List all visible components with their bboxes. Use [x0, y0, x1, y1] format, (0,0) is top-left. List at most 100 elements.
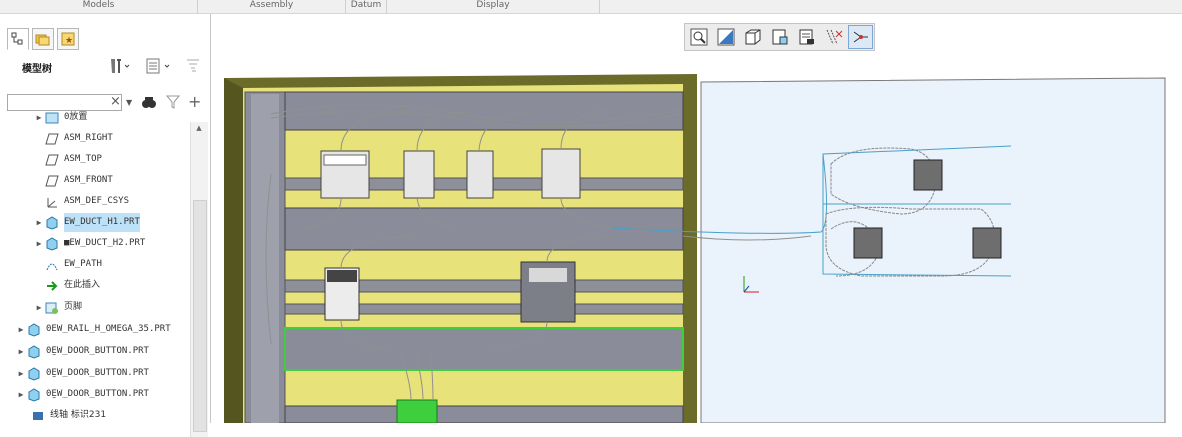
- duct-bottom-highlighted: [284, 327, 684, 371]
- door-panel: [700, 77, 1166, 424]
- expand-arrow-icon[interactable]: ▶: [16, 342, 26, 361]
- tree-item-label: ASM_FRONT: [64, 175, 113, 185]
- spool-icon: [30, 409, 46, 423]
- expand-arrow-icon[interactable]: ▶: [16, 320, 26, 339]
- scrollbar-thumb[interactable]: [193, 200, 207, 432]
- perspective-button[interactable]: [794, 25, 819, 49]
- csys-icon: [44, 195, 60, 209]
- tree-item-door-button-1[interactable]: ▶ 0̰EW_DOOR_BUTTON.PRT: [16, 342, 149, 361]
- tree-scrollbar[interactable]: ▲: [190, 122, 208, 437]
- tree-item-door-button-3[interactable]: ▶ 0̰EW_DOOR_BUTTON.PRT: [16, 385, 149, 404]
- perspective-icon: [799, 29, 814, 45]
- door-button-3: [972, 227, 1002, 259]
- path-icon: [44, 258, 60, 272]
- insert-here-icon: [44, 279, 60, 293]
- display-style-icon: [717, 28, 734, 46]
- folder-browser-icon: [35, 34, 50, 46]
- tree-filter-options-button[interactable]: [184, 56, 202, 76]
- door-button-2: [853, 227, 883, 259]
- spin-center-icon: [853, 31, 868, 43]
- zoom-fit-icon: [690, 28, 707, 46]
- datum-plane-icon: [44, 174, 60, 188]
- terminal-block: [396, 399, 438, 424]
- tree-item-asm-top[interactable]: ASM_TOP: [44, 150, 102, 169]
- zoom-fit-button[interactable]: [686, 25, 711, 49]
- svg-text:★: ★: [65, 36, 73, 46]
- saved-orientation-button[interactable]: [740, 25, 765, 49]
- tree-item-label: ASM_DEF_CSYS: [64, 196, 130, 206]
- tree-item-asm-def-csys[interactable]: ASM_DEF_CSYS: [44, 192, 129, 211]
- tree-item-ew-duct-h1[interactable]: ▶ EW_DUCT_H1.PRT: [34, 213, 140, 232]
- ribbon-group-bar: Models Assembly Datum Display: [0, 0, 1182, 14]
- footer-icon: [44, 301, 60, 315]
- tree-item-label: ■EW_DUCT_H2.PRT: [64, 238, 146, 248]
- ribbon-group-models: Models: [0, 0, 198, 13]
- tree-item-label: 线轴 标识231: [50, 410, 107, 420]
- tree-item-spool[interactable]: 线轴 标识231: [30, 406, 106, 425]
- part-icon: [26, 387, 42, 402]
- tree-item-placement[interactable]: ▶ 0放置: [34, 108, 87, 127]
- tree-settings-button[interactable]: [108, 56, 130, 76]
- tree-item-label: 0̰EW_DOOR_BUTTON.PRT: [46, 346, 149, 356]
- ribbon-group-assembly: Assembly: [198, 0, 346, 13]
- part-icon: [26, 322, 42, 337]
- ribbon-group-display: Display: [387, 0, 600, 13]
- tree-item-door-button-2[interactable]: ▶ 0̰EW_DOOR_BUTTON.PRT: [16, 364, 149, 383]
- tree-item-label: 0̰EW_DOOR_BUTTON.PRT: [46, 368, 149, 378]
- view-manager-button[interactable]: [767, 25, 792, 49]
- expand-arrow-icon[interactable]: ▶: [34, 108, 44, 127]
- model-tree-panel: ★ 模型树 × ▼ + ▶ 0放置 ASM_RIGHT ASM_TOP ASM_…: [0, 14, 211, 437]
- tab-favorites[interactable]: ★: [57, 28, 79, 50]
- find-binoculars-icon[interactable]: [141, 94, 157, 113]
- tree-item-label: 0放置: [64, 112, 88, 122]
- datum-plane-icon: [44, 153, 60, 167]
- tree-item-rail-omega[interactable]: ▶ 0EW_RAIL_H_OMEGA_35.PRT: [16, 320, 171, 339]
- expand-arrow-icon[interactable]: ▶: [16, 385, 26, 404]
- tree-item-insert-here[interactable]: 在此插入: [44, 276, 100, 295]
- settings-tools-icon: [111, 59, 130, 73]
- spin-center-button[interactable]: [848, 25, 873, 49]
- datum-display-icon: [826, 29, 842, 45]
- duct-top: [284, 91, 684, 131]
- tree-item-ew-duct-h2[interactable]: ▶ ■EW_DUCT_H2.PRT: [34, 234, 145, 253]
- expand-arrow-icon[interactable]: ▶: [34, 298, 44, 317]
- tab-folder-browser[interactable]: [32, 28, 54, 50]
- datum-plane-icon: [44, 132, 60, 146]
- search-dropdown-icon[interactable]: ▼: [126, 98, 132, 107]
- part-icon: [44, 215, 60, 230]
- clear-search-icon[interactable]: ×: [110, 94, 121, 109]
- folder-icon: [44, 111, 60, 125]
- cad-viewport: [224, 74, 1166, 424]
- display-style-button[interactable]: [713, 25, 738, 49]
- tab-model-tree[interactable]: [7, 28, 29, 50]
- tree-item-label: EW_PATH: [64, 259, 102, 269]
- tree-item-label: ASM_TOP: [64, 154, 102, 164]
- expand-arrow-icon[interactable]: ▶: [34, 234, 44, 253]
- tree-item-asm-right[interactable]: ASM_RIGHT: [44, 129, 113, 148]
- tree-filter-icon: [187, 59, 199, 72]
- favorites-icon: ★: [61, 32, 75, 46]
- view-toolbar: [684, 23, 875, 51]
- ribbon-group-datum: Datum: [346, 0, 387, 13]
- saved-orientation-icon: [745, 29, 760, 45]
- tree-item-label: 0̰EW_DOOR_BUTTON.PRT: [46, 389, 149, 399]
- door-button-1: [913, 159, 943, 191]
- filter-funnel-icon[interactable]: [165, 95, 181, 112]
- tree-item-ew-path[interactable]: EW_PATH: [44, 255, 102, 274]
- tree-item-asm-front[interactable]: ASM_FRONT: [44, 171, 113, 190]
- expand-arrow-icon[interactable]: ▶: [16, 364, 26, 383]
- graphics-window[interactable]: [211, 14, 1182, 424]
- model-tree-icon: [11, 32, 23, 45]
- view-manager-icon: [772, 29, 787, 45]
- tree-item-label: EW_DUCT_H1.PRT: [64, 213, 140, 232]
- datum-display-button[interactable]: [821, 25, 846, 49]
- tree-columns-button[interactable]: [145, 56, 173, 76]
- tree-item-label: 页脚: [64, 302, 83, 312]
- tree-item-footer[interactable]: ▶ 页脚: [34, 298, 82, 317]
- add-plus-icon[interactable]: +: [188, 92, 201, 111]
- scroll-up-icon[interactable]: ▲: [193, 124, 205, 136]
- part-icon: [44, 236, 60, 251]
- expand-arrow-icon[interactable]: ▶: [34, 213, 44, 232]
- part-icon: [26, 344, 42, 359]
- tree-item-label: 0EW_RAIL_H_OMEGA_35.PRT: [46, 324, 171, 334]
